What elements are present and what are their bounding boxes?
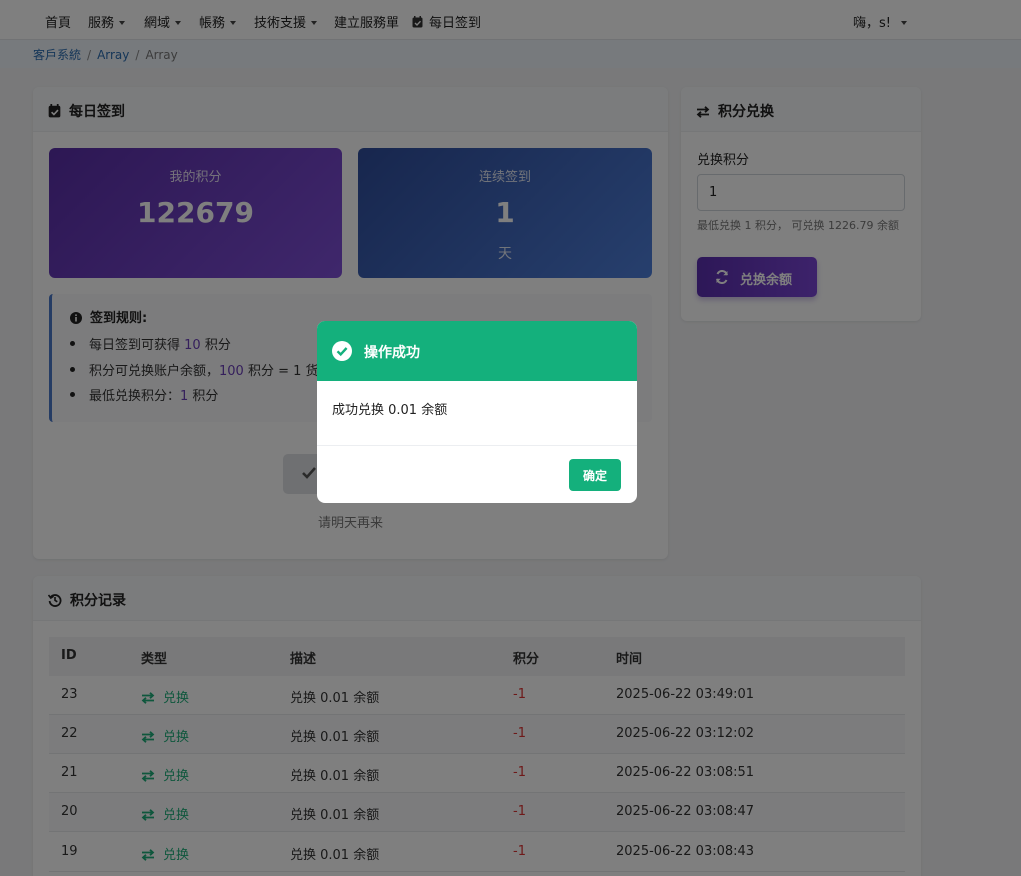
success-modal: 操作成功 成功兑换 0.01 余额 确定 [317, 321, 637, 503]
modal-divider [317, 445, 637, 446]
modal-title: 操作成功 [364, 345, 420, 361]
confirm-button[interactable]: 确定 [569, 459, 621, 491]
modal-header: 操作成功 [317, 321, 637, 381]
check-circle-icon [332, 341, 352, 361]
modal-message: 成功兑换 0.01 余额 [332, 403, 448, 418]
